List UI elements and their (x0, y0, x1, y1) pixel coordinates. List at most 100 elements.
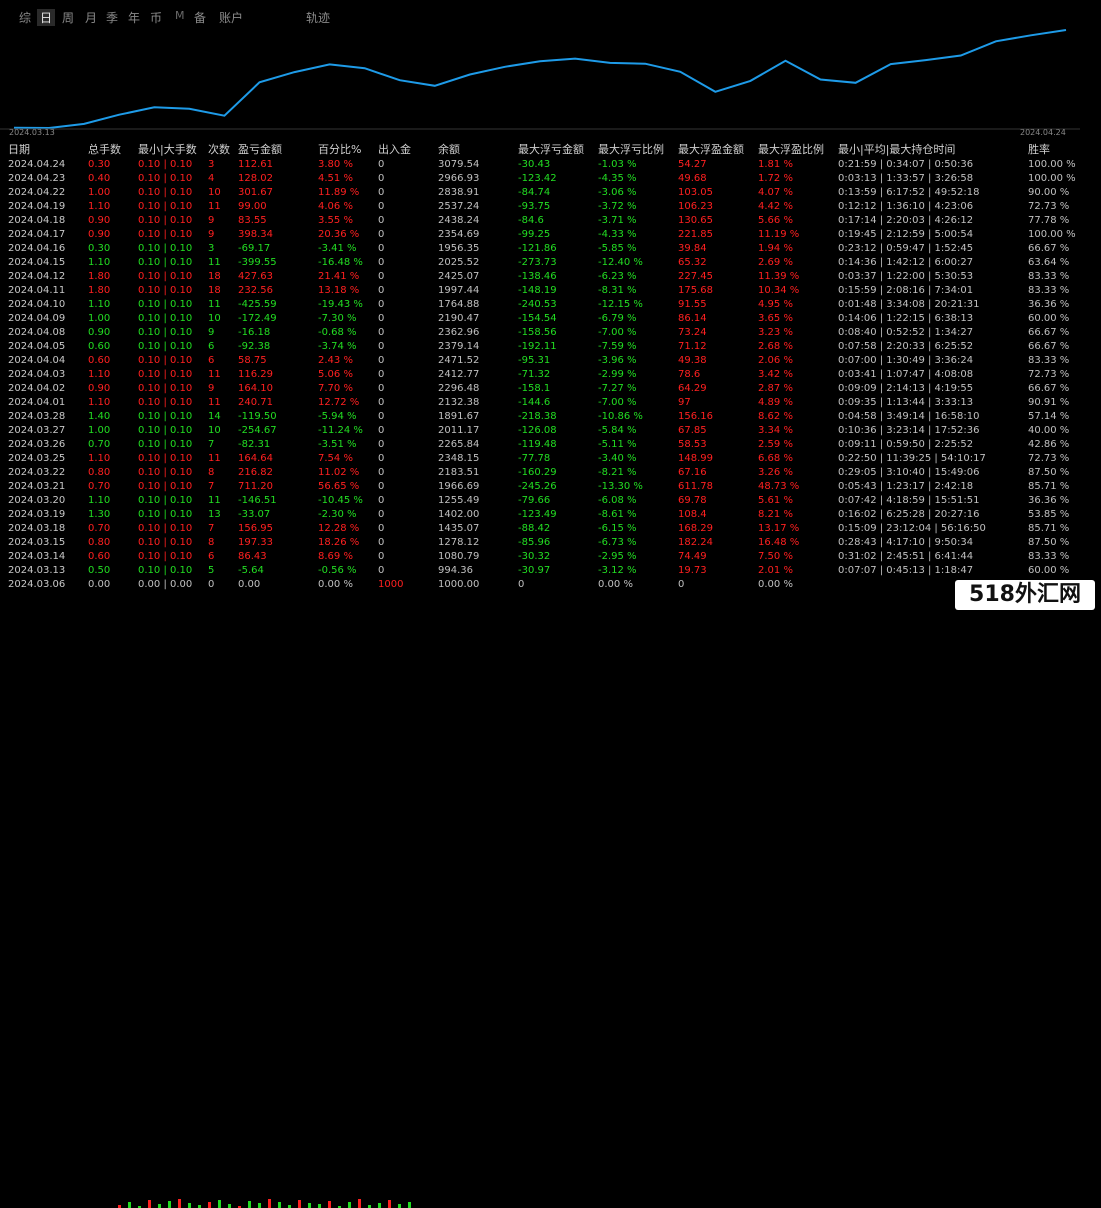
table-cell: 12.72 % (318, 397, 360, 408)
table-row[interactable]: 2024.04.05 0.60 0.10 | 0.10 6 -92.38 -3.74 % 0… (0, 340, 1080, 354)
table-cell: 0 (378, 299, 385, 310)
table-cell: 2.59 % (758, 439, 793, 450)
column-header[interactable]: 最大浮亏比例 (598, 142, 664, 158)
table-cell: -3.06 % (598, 187, 637, 198)
table-cell: 0.70 (88, 481, 111, 492)
table-cell: 5 (208, 565, 215, 576)
table-cell: 2537.24 (438, 201, 480, 212)
table-cell: 1997.44 (438, 285, 480, 296)
column-header[interactable]: 总手数 (88, 142, 121, 158)
table-cell: -172.49 (238, 313, 277, 324)
footer (0, 593, 1101, 1208)
volume-bar (278, 1202, 281, 1208)
table-row[interactable]: 2024.04.03 1.10 0.10 | 0.10 11 116.29 5.06 % 0… (0, 368, 1080, 382)
column-header[interactable]: 日期 (8, 142, 30, 158)
tab-7[interactable]: M (175, 9, 185, 22)
table-cell: 128.02 (238, 173, 273, 184)
table-row[interactable]: 2024.03.14 0.60 0.10 | 0.10 6 86.43 8.69 % 0 10… (0, 550, 1080, 564)
table-cell: 3.65 % (758, 313, 793, 324)
table-cell: -148.19 (518, 285, 557, 296)
table-cell: 0 (378, 523, 385, 534)
table-row[interactable]: 2024.03.26 0.70 0.10 | 0.10 7 -82.31 -3.51 % 0… (0, 438, 1080, 452)
table-row[interactable]: 2024.04.09 1.00 0.10 | 0.10 10 -172.49 -7.30 … (0, 312, 1080, 326)
column-header[interactable]: 最大浮盈金额 (678, 142, 744, 158)
table-row[interactable]: 2024.04.19 1.10 0.10 | 0.10 11 99.00 4.06 % 0 2… (0, 200, 1080, 214)
table-cell: 69.78 (678, 495, 707, 506)
table-cell: -121.86 (518, 243, 557, 254)
table-row[interactable]: 2024.04.01 1.10 0.10 | 0.10 11 240.71 12.72 %… (0, 396, 1080, 410)
table-row[interactable]: 2024.04.08 0.90 0.10 | 0.10 9 -16.18 -0.68 % 0… (0, 326, 1080, 340)
table-cell: 1.00 (88, 187, 111, 198)
table-cell: 2471.52 (438, 355, 480, 366)
table-cell: -19.43 % (318, 299, 363, 310)
column-header[interactable]: 出入金 (378, 142, 411, 158)
column-header[interactable]: 百分比% (318, 142, 361, 158)
table-row[interactable]: 2024.04.10 1.10 0.10 | 0.10 11 -425.59 -19.43… (0, 298, 1080, 312)
table-row[interactable]: 2024.04.12 1.80 0.10 | 0.10 18 427.63 21.41 %… (0, 270, 1080, 284)
table-row[interactable]: 2024.03.21 0.70 0.10 | 0.10 7 711.20 56.65 % 0… (0, 480, 1080, 494)
table-row[interactable]: 2024.03.22 0.80 0.10 | 0.10 8 216.82 11.02 % 0… (0, 466, 1080, 480)
table-row[interactable]: 2024.03.06 0.00 0.00 | 0.00 0 0.00 0.00 % 1000… (0, 578, 1080, 592)
table-row[interactable]: 2024.03.19 1.30 0.10 | 0.10 13 -33.07 -2.30 %… (0, 508, 1080, 522)
table-row[interactable]: 2024.03.18 0.70 0.10 | 0.10 7 156.95 12.28 % 0… (0, 522, 1080, 536)
table-cell: 0 (378, 215, 385, 226)
table-cell: 0.10 | 0.10 (138, 467, 193, 478)
table-cell: 85.71 % (1028, 481, 1070, 492)
table-row[interactable]: 2024.04.16 0.30 0.10 | 0.10 3 -69.17 -3.41 % 0… (0, 242, 1080, 256)
table-cell: 0.60 (88, 341, 111, 352)
table-cell: 9 (208, 215, 215, 226)
table-cell: 60.00 % (1028, 565, 1070, 576)
table-cell: 0:09:09 | 2:14:13 | 4:19:55 (838, 383, 974, 394)
table-cell: -3.41 % (318, 243, 357, 254)
table-cell: -5.85 % (598, 243, 637, 254)
table-row[interactable]: 2024.04.17 0.90 0.10 | 0.10 9 398.34 20.36 % 0… (0, 228, 1080, 242)
table-row[interactable]: 2024.04.04 0.60 0.10 | 0.10 6 58.75 2.43 % 0 24… (0, 354, 1080, 368)
table-cell: -5.64 (238, 565, 264, 576)
table-cell: -30.43 (518, 159, 551, 170)
table-row[interactable]: 2024.04.24 0.30 0.10 | 0.10 3 112.61 3.80 % 0 3… (0, 158, 1080, 172)
table-cell: 3.26 % (758, 467, 793, 478)
volume-bar (128, 1202, 131, 1208)
table-cell: 0 (378, 229, 385, 240)
table-cell: 3.55 % (318, 215, 353, 226)
column-header[interactable]: 次数 (208, 142, 230, 158)
table-row[interactable]: 2024.04.11 1.80 0.10 | 0.10 18 232.56 13.18 %… (0, 284, 1080, 298)
table-cell: 1.40 (88, 411, 111, 422)
column-header[interactable]: 最大浮盈比例 (758, 142, 824, 158)
table-cell: -33.07 (238, 509, 271, 520)
table-cell: 1255.49 (438, 495, 480, 506)
table-cell: 0.30 (88, 159, 111, 170)
table-cell: 1435.07 (438, 523, 480, 534)
table-cell: -10.45 % (318, 495, 363, 506)
table-row[interactable]: 2024.04.15 1.10 0.10 | 0.10 11 -399.55 -16.48… (0, 256, 1080, 270)
table-cell: 67.85 (678, 425, 707, 436)
table-row[interactable]: 2024.04.02 0.90 0.10 | 0.10 9 164.10 7.70 % 0 2… (0, 382, 1080, 396)
table-row[interactable]: 2024.03.28 1.40 0.10 | 0.10 14 -119.50 -5.94 … (0, 410, 1080, 424)
column-header[interactable]: 盈亏金额 (238, 142, 282, 158)
table-row[interactable]: 2024.04.18 0.90 0.10 | 0.10 9 83.55 3.55 % 0 24… (0, 214, 1080, 228)
table-row[interactable]: 2024.04.23 0.40 0.10 | 0.10 4 128.02 4.51 % 0 2… (0, 172, 1080, 186)
table-cell: -123.42 (518, 173, 557, 184)
column-header[interactable]: 最小|大手数 (138, 142, 197, 158)
table-row[interactable]: 2024.03.27 1.00 0.10 | 0.10 10 -254.67 -11.24… (0, 424, 1080, 438)
table-row[interactable]: 2024.03.20 1.10 0.10 | 0.10 11 -146.51 -10.45… (0, 494, 1080, 508)
table-cell: 0.10 | 0.10 (138, 229, 193, 240)
table-cell: 1966.69 (438, 481, 480, 492)
column-header[interactable]: 胜率 (1028, 142, 1050, 158)
table-cell: 3 (208, 159, 215, 170)
table-cell: 71.12 (678, 341, 707, 352)
table-cell: 2024.03.22 (8, 467, 66, 478)
table-cell: 7.70 % (318, 383, 353, 394)
column-header[interactable]: 余额 (438, 142, 460, 158)
table-cell: 2348.15 (438, 453, 480, 464)
table-cell: 0.10 | 0.10 (138, 537, 193, 548)
table-row[interactable]: 2024.04.22 1.00 0.10 | 0.10 10 301.67 11.89 %… (0, 186, 1080, 200)
column-header[interactable]: 最小|平均|最大持仓时间 (838, 142, 955, 158)
table-cell: -1.03 % (598, 159, 637, 170)
table-cell: 13.18 % (318, 285, 360, 296)
column-header[interactable]: 最大浮亏金额 (518, 142, 584, 158)
table-row[interactable]: 2024.03.13 0.50 0.10 | 0.10 5 -5.64 -0.56 % 0 9… (0, 564, 1080, 578)
table-row[interactable]: 2024.03.25 1.10 0.10 | 0.10 11 164.64 7.54 % 0… (0, 452, 1080, 466)
table-row[interactable]: 2024.03.15 0.80 0.10 | 0.10 8 197.33 18.26 % 0… (0, 536, 1080, 550)
table-cell: 168.29 (678, 523, 713, 534)
